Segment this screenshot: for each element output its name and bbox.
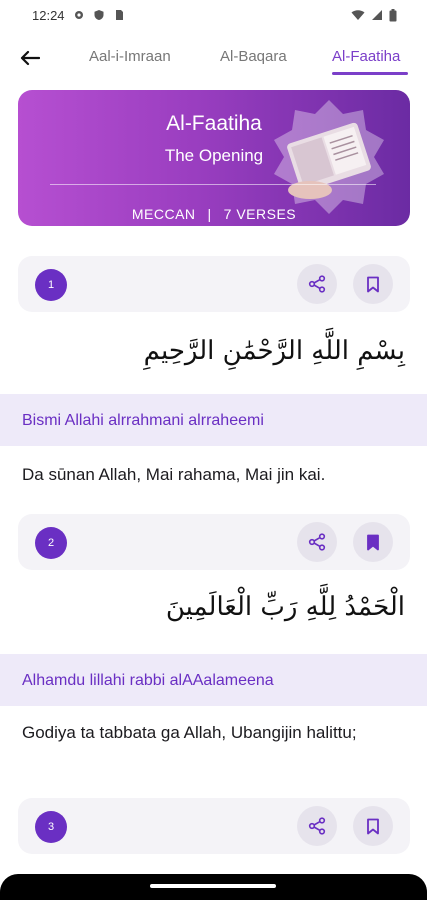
sim-status-icon xyxy=(115,10,123,20)
surah-meta: MECCAN | 7 VERSES xyxy=(18,206,410,222)
verse-translation: Da sūnan Allah, Mai rahama, Mai jin kai. xyxy=(22,465,326,484)
wifi-icon xyxy=(351,10,365,20)
share-icon xyxy=(308,817,326,835)
signal-icon xyxy=(372,10,382,20)
status-bar: 12:24 xyxy=(0,0,427,30)
share-icon xyxy=(308,275,326,293)
tab-al-baqara[interactable]: Al-Baqara xyxy=(220,48,287,65)
surah-name: Al-Faatiha xyxy=(166,112,262,135)
transliteration: Alhamdu lillahi rabbi alAAalameena xyxy=(0,654,427,706)
verse-number-badge: 2 xyxy=(35,527,67,559)
share-icon xyxy=(308,533,326,551)
tab-aal-i-imraan[interactable]: Aal-i-Imraan xyxy=(89,48,171,65)
verse-number-badge: 1 xyxy=(35,269,67,301)
verse-translation: Godiya ta tabbata ga Allah, Ubangijin ha… xyxy=(22,723,357,742)
transliteration: Bismi Allahi alrrahmani alrraheemi xyxy=(0,394,427,446)
verse-count: 7 VERSES xyxy=(223,206,297,222)
bookmark-button[interactable] xyxy=(353,806,393,846)
arabic-verse-text: الْحَمْدُ لِلَّهِ رَبِّ الْعَالَمِينَ xyxy=(165,592,405,622)
hero-divider xyxy=(50,184,376,185)
arrow-left-icon xyxy=(20,50,40,66)
arabic-verse-text: بِسْمِ اللَّهِ الرَّحْمَٰنِ الرَّحِيمِ xyxy=(143,336,405,366)
status-time: 12:24 xyxy=(32,7,65,23)
verse-actions-bar: 1 xyxy=(18,256,410,312)
bookmark-button[interactable] xyxy=(353,264,393,304)
active-tab-indicator xyxy=(332,72,408,75)
verse-actions-bar: 2 xyxy=(18,514,410,570)
share-button[interactable] xyxy=(297,264,337,304)
battery-icon xyxy=(389,8,397,21)
status-left: 12:24 xyxy=(32,8,125,23)
status-right xyxy=(351,8,397,22)
top-app-bar: Aal-i-Imraan Al-Baqara Al-Faatiha xyxy=(0,38,427,78)
share-button[interactable] xyxy=(297,806,337,846)
verse-number-badge: 3 xyxy=(35,811,67,843)
surah-translation: The Opening xyxy=(164,146,264,165)
revelation-type: MECCAN xyxy=(131,206,196,222)
settings-status-icon xyxy=(74,11,83,19)
verse-actions-bar: 3 xyxy=(18,798,410,854)
bookmark-icon xyxy=(367,276,379,292)
bookmark-filled-icon xyxy=(367,534,379,550)
surah-header-card: Al-Faatiha The Opening MECCAN | 7 VERSES xyxy=(18,90,410,226)
bookmark-icon xyxy=(367,818,379,834)
home-indicator[interactable] xyxy=(150,884,276,888)
bookmark-button-filled[interactable] xyxy=(353,522,393,562)
back-button[interactable] xyxy=(16,44,44,72)
tab-al-faatiha[interactable]: Al-Faatiha xyxy=(332,48,400,65)
share-button[interactable] xyxy=(297,522,337,562)
shield-status-icon xyxy=(94,10,104,20)
meta-separator: | xyxy=(207,206,212,222)
